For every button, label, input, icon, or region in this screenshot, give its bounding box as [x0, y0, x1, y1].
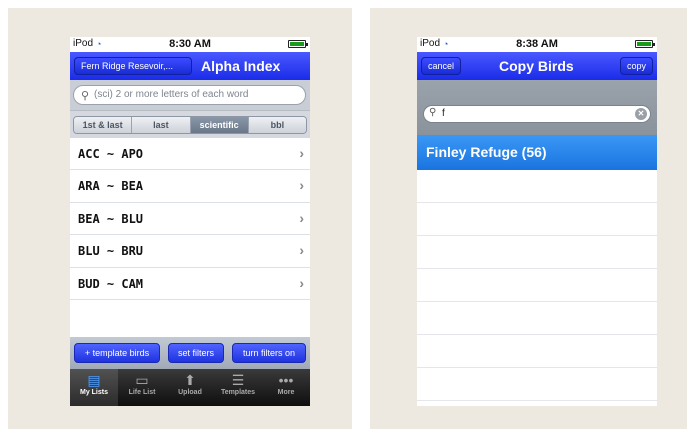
set-filters-button[interactable]: set filters — [168, 343, 224, 363]
chevron-right-icon: › — [299, 209, 304, 226]
tab-label: More — [277, 389, 295, 396]
back-button[interactable]: Fern Ridge Resevoir,... — [74, 57, 192, 75]
page-title: Copy Birds — [499, 58, 574, 74]
nav-bar: cancel Copy Birds copy — [417, 52, 657, 80]
tab-label: Templates — [220, 389, 256, 396]
empty-row — [417, 236, 657, 269]
tab-label: My Lists — [79, 389, 108, 396]
tab-more[interactable]: ••• More — [262, 369, 310, 406]
upload-arrow-icon: ⬆ — [184, 372, 196, 388]
list-item-label: ARA ~ BEA — [78, 179, 144, 194]
search-input[interactable]: ⚲ (sci) 2 or more letters of each word — [73, 85, 306, 105]
empty-row — [417, 302, 657, 335]
copy-birds-screen: iPod ◔ 8:38 AM cancel Copy Birds copy ⚲ … — [417, 37, 657, 406]
segment-first-last[interactable]: 1st & last — [74, 117, 133, 133]
cancel-button[interactable]: cancel — [421, 57, 462, 75]
search-value: f — [442, 108, 445, 119]
list-item[interactable]: BEA ~ BLU › — [70, 202, 310, 236]
chevron-right-icon: › — [299, 274, 304, 291]
segment-bbl[interactable]: bbl — [248, 117, 306, 133]
segment-scientific[interactable]: scientific — [190, 117, 249, 133]
chevron-right-icon: › — [299, 242, 304, 259]
battery-icon — [288, 40, 308, 48]
document-icon: ▤ — [87, 372, 101, 388]
status-bar: iPod ◔ 8:30 AM — [70, 37, 310, 52]
search-area: ⚲ f ✕ — [417, 80, 657, 135]
search-icon: ⚲ — [429, 107, 437, 118]
turn-filters-on-button[interactable]: turn filters on — [232, 343, 306, 363]
clock: 8:38 AM — [516, 38, 558, 50]
list-item-label: BLU ~ BRU — [78, 244, 144, 259]
more-dots-icon: ••• — [278, 372, 294, 388]
sort-segmented-control: 1st & last last scientific bbl — [73, 116, 307, 134]
tab-bar: ▤ My Lists ▭ Life List ⬆ Upload ☰ Templa… — [70, 369, 310, 406]
list-icon: ☰ — [231, 372, 245, 388]
list-item[interactable]: ARA ~ BEA › — [70, 170, 310, 203]
chevron-right-icon: › — [299, 145, 304, 161]
template-birds-button[interactable]: + template birds — [74, 343, 160, 363]
list-item-selected[interactable]: Finley Refuge (56) — [417, 135, 657, 170]
empty-row — [417, 203, 657, 236]
search-placeholder: (sci) 2 or more letters of each word — [94, 89, 249, 100]
search-input[interactable]: ⚲ f ✕ — [423, 105, 651, 123]
alpha-index-screen: iPod ◔ 8:30 AM Fern Ridge Resevoir,... A… — [70, 37, 310, 406]
segment-area: 1st & last last scientific bbl — [70, 110, 310, 138]
empty-row — [417, 170, 657, 203]
alpha-index-list: ACC ~ APO › ARA ~ BEA › BEA ~ BLU › BLU … — [70, 138, 310, 300]
tab-my-lists[interactable]: ▤ My Lists — [70, 369, 118, 406]
list-item-label: BEA ~ BLU — [78, 211, 144, 226]
clock: 8:30 AM — [169, 38, 211, 50]
tab-templates[interactable]: ☰ Templates — [214, 369, 262, 406]
empty-row — [417, 368, 657, 401]
empty-row — [417, 269, 657, 302]
copy-button[interactable]: copy — [619, 57, 653, 75]
search-icon: ⚲ — [81, 90, 90, 102]
list-item[interactable]: BLU ~ BRU › — [70, 235, 310, 268]
list-item-label: BUD ~ CAM — [78, 276, 144, 291]
empty-row — [417, 335, 657, 368]
clear-icon[interactable]: ✕ — [635, 108, 647, 120]
status-bar: iPod ◔ 8:38 AM — [417, 37, 657, 52]
segment-last[interactable]: last — [132, 117, 191, 133]
chevron-right-icon: › — [299, 177, 304, 194]
list-item[interactable]: ACC ~ APO › — [70, 138, 310, 171]
tab-life-list[interactable]: ▭ Life List — [118, 369, 166, 406]
nav-bar: Fern Ridge Resevoir,... Alpha Index — [70, 52, 310, 80]
page-icon: ▭ — [135, 372, 149, 388]
tab-upload[interactable]: ⬆ Upload — [166, 369, 214, 406]
list-item-label: ACC ~ APO — [78, 147, 144, 161]
action-bar: + template birds set filters turn filter… — [70, 337, 310, 369]
tab-label: Life List — [128, 389, 156, 396]
list-item[interactable]: BUD ~ CAM › — [70, 267, 310, 300]
page-title: Alpha Index — [201, 58, 281, 74]
battery-icon — [635, 40, 655, 48]
tab-label: Upload — [178, 389, 202, 396]
search-area: ⚲ (sci) 2 or more letters of each word — [70, 80, 310, 110]
